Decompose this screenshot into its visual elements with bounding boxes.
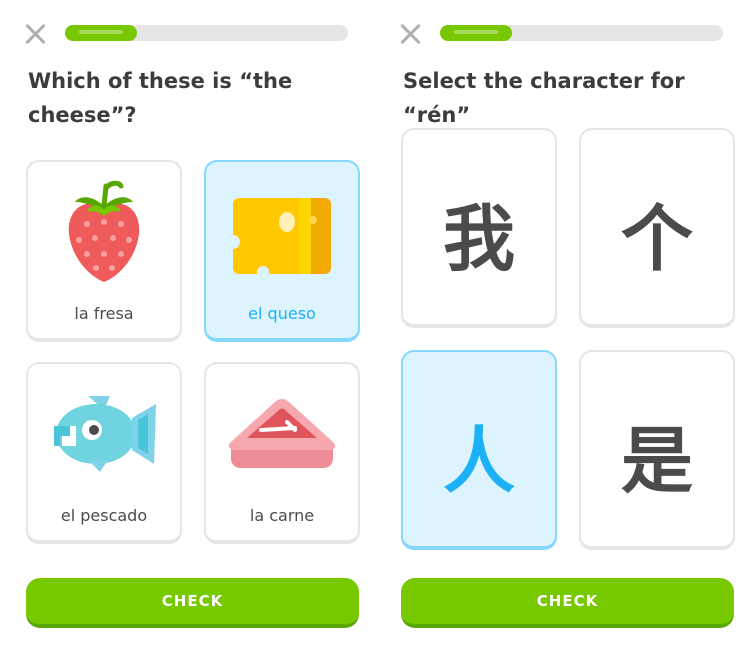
cheese-icon [229,198,331,276]
option-label: la carne [249,506,315,525]
option-label: el queso [248,304,316,323]
option-card-strawberry[interactable]: la fresa [26,160,182,342]
character-glyph: 人 [442,419,515,503]
option-label: la fresa [74,304,134,323]
progress-bar [440,25,723,41]
character-glyph: 是 [620,419,693,503]
close-icon[interactable] [399,22,423,46]
progress-bar [65,25,348,41]
character-card[interactable]: 是 [579,350,735,550]
check-button[interactable]: CHECK [401,578,734,628]
option-card-meat[interactable]: la carne [204,362,360,544]
option-card-fish[interactable]: el pescado [26,362,182,544]
close-icon[interactable] [24,22,48,46]
lesson-screen-characters: Select the character for “rén” 我 个 人 是 C… [375,0,750,650]
strawberry-icon [68,180,140,282]
character-card[interactable]: 我 [401,128,557,328]
check-button[interactable]: CHECK [26,578,359,628]
progress-fill [440,25,512,41]
progress-fill [65,25,137,41]
question-prompt: Select the character for “rén” [403,69,685,127]
character-card[interactable]: 个 [579,128,735,328]
character-card[interactable]: 人 [401,350,557,550]
meat-icon [228,399,336,468]
lesson-screen-vocab: Which of these is “the cheese”? la fresa [0,0,375,650]
fish-icon [54,396,156,472]
character-glyph: 个 [620,197,693,281]
option-label: el pescado [60,506,148,525]
character-glyph: 我 [442,197,515,281]
option-card-cheese[interactable]: el queso [204,160,360,342]
question-prompt: Which of these is “the cheese”? [28,69,293,127]
